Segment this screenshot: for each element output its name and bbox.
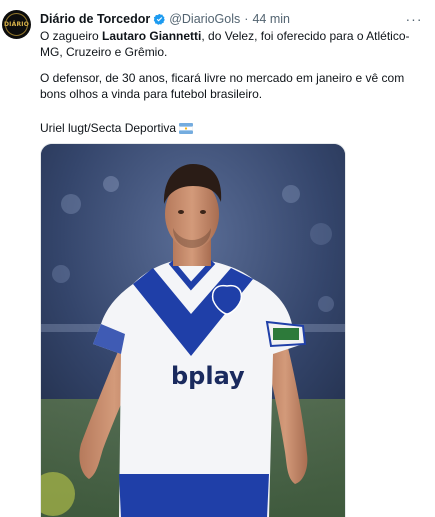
avatar[interactable]: DIÁRIO bbox=[2, 10, 31, 39]
verified-badge-icon bbox=[153, 13, 166, 26]
player-photo-illustration: bplay bbox=[41, 144, 345, 517]
sponsor-text: bplay bbox=[171, 362, 245, 390]
tweet-photo[interactable]: bplay bbox=[40, 143, 346, 517]
photo-credit: Uriel lugt/Secta Deportiva bbox=[40, 121, 177, 135]
text-paragraph-2: O defensor, de 30 anos, ficará livre no … bbox=[40, 71, 405, 101]
timestamp[interactable]: 44 min bbox=[252, 12, 290, 26]
text-p1-before: O zagueiro bbox=[40, 29, 103, 43]
argentina-flag-icon bbox=[178, 122, 194, 135]
text-paragraph-1: O zagueiro Lautaro Giannetti, do Velez, … bbox=[40, 28, 430, 60]
separator-dot: · bbox=[244, 12, 249, 26]
text-paragraph-credit: Uriel lugt/Secta Deportiva bbox=[40, 120, 430, 136]
tweet-header: Diário de Torcedor @DiarioGols · 44 min … bbox=[40, 11, 425, 27]
player-name: Lautaro Giannetti bbox=[102, 29, 202, 43]
author-handle[interactable]: @DiarioGols bbox=[169, 12, 240, 26]
more-icon[interactable]: ··· bbox=[403, 11, 425, 27]
tweet[interactable]: DIÁRIO Diário de Torcedor @DiarioGols · … bbox=[0, 0, 435, 517]
author-name[interactable]: Diário de Torcedor bbox=[40, 12, 150, 26]
avatar-ring bbox=[5, 13, 28, 36]
